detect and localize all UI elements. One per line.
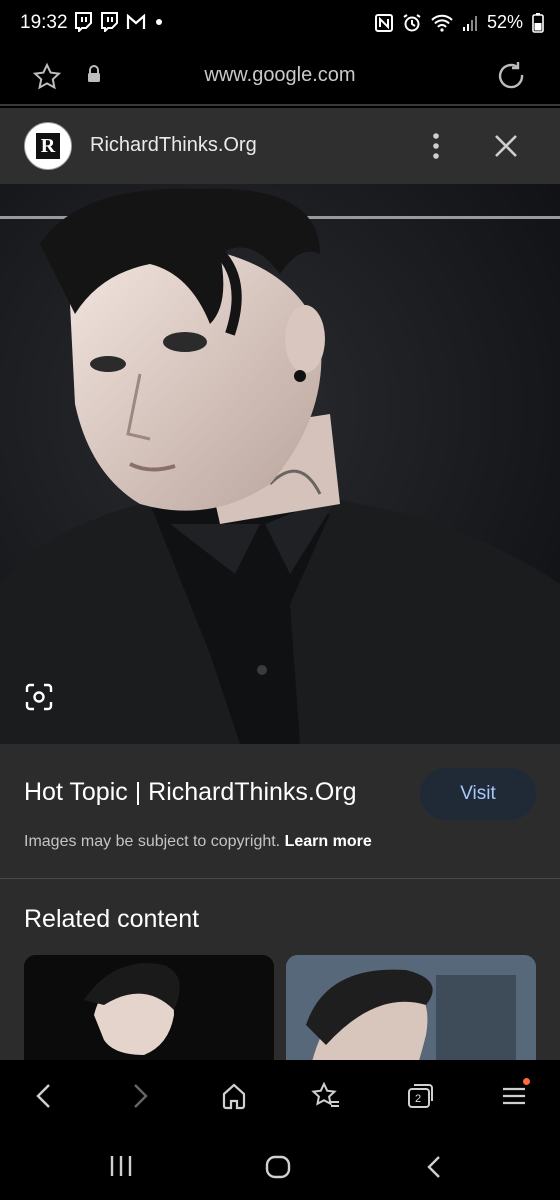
alarm-icon: [402, 13, 422, 33]
notification-icons: [74, 12, 164, 32]
menu-icon[interactable]: [496, 1078, 532, 1114]
related-card[interactable]: [24, 955, 274, 1060]
result-image[interactable]: [0, 184, 560, 744]
forward-icon[interactable]: [122, 1078, 158, 1114]
visit-button[interactable]: Visit: [420, 768, 536, 820]
google-lens-icon[interactable]: [24, 682, 54, 712]
site-name[interactable]: RichardThinks.Org: [90, 134, 257, 157]
status-bar: 19:32 52%: [0, 0, 560, 50]
related-heading: Related content: [24, 905, 200, 933]
result-info: Hot Topic | RichardThinks.Org Visit Imag…: [0, 744, 560, 878]
favicon-letter: R: [36, 133, 60, 159]
url-text[interactable]: www.google.com: [0, 64, 560, 87]
learn-more-link[interactable]: Learn more: [285, 833, 372, 850]
source-header: R RichardThinks.Org: [0, 108, 560, 184]
result-title[interactable]: Hot Topic | RichardThinks.Org: [24, 778, 357, 807]
system-nav-bar: [0, 1132, 560, 1200]
twitch-icon: [74, 12, 92, 32]
related-thumbnail: [286, 955, 536, 1060]
gmail-icon: [126, 14, 146, 30]
tabs-icon[interactable]: 2: [402, 1078, 438, 1114]
battery-icon: [532, 12, 544, 33]
back-nav-icon[interactable]: [424, 1154, 444, 1185]
signal-icon: [462, 14, 478, 32]
home-button-icon[interactable]: [264, 1154, 292, 1185]
tab-count: 2: [414, 1093, 422, 1105]
home-icon[interactable]: [216, 1078, 252, 1114]
back-icon[interactable]: [26, 1078, 62, 1114]
site-favicon: R: [24, 122, 72, 170]
url-bar: www.google.com: [0, 50, 560, 106]
close-icon[interactable]: [492, 132, 520, 160]
copyright-text: Images may be subject to copyright.: [24, 833, 281, 850]
related-card[interactable]: [286, 955, 536, 1060]
wifi-icon: [431, 14, 453, 32]
more-options-icon[interactable]: [424, 130, 448, 162]
system-icons: 52%: [374, 12, 544, 33]
bookmarks-icon[interactable]: [308, 1078, 344, 1114]
portrait-illustration: [0, 184, 560, 744]
menu-badge: [523, 1078, 530, 1085]
twitch-icon: [100, 12, 118, 32]
browser-toolbar: 2: [0, 1060, 560, 1132]
battery-percent: 52%: [486, 12, 523, 32]
related-section: Related content: [0, 879, 560, 1060]
dot-icon: [154, 17, 164, 27]
reload-icon[interactable]: [496, 60, 526, 90]
related-thumbnail: [24, 955, 274, 1060]
recent-apps-icon[interactable]: [108, 1154, 134, 1183]
copyright-notice: Images may be subject to copyright. Lear…: [24, 833, 372, 851]
status-time: 19:32: [20, 12, 68, 33]
nfc-icon: [374, 13, 393, 32]
